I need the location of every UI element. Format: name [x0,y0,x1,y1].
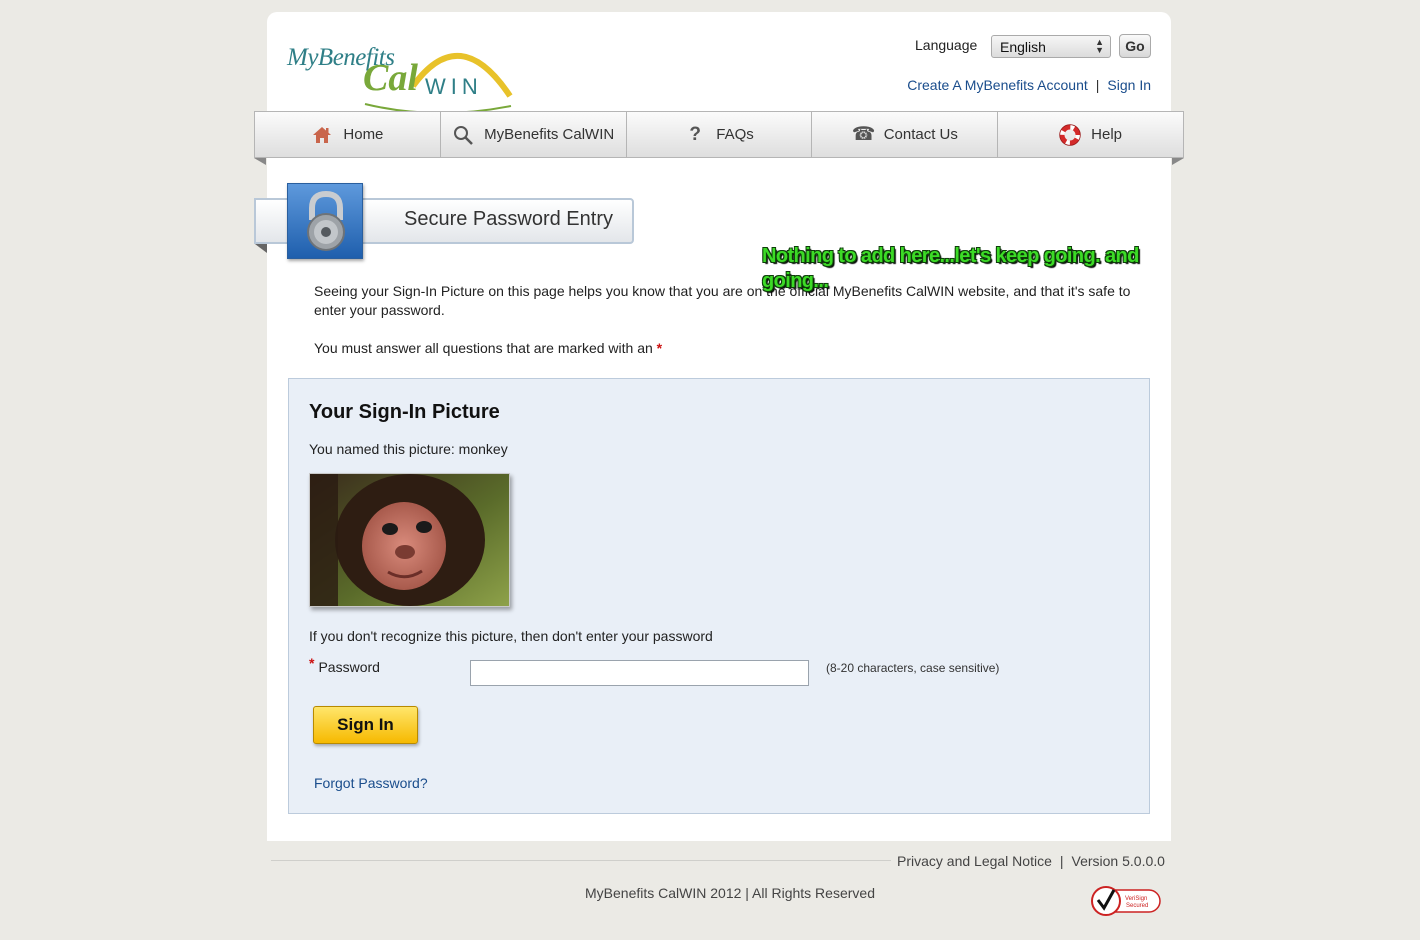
verisign-seal-icon[interactable]: VeriSign Secured [1090,882,1162,916]
lifebuoy-icon [1059,123,1081,146]
version-text: Version 5.0.0.0 [1071,853,1165,869]
link-separator: | [1095,77,1100,93]
logo-word-win: WIN [425,74,483,99]
create-account-link[interactable]: Create A MyBenefits Account [907,77,1088,93]
main-nav: Home MyBenefits CalWIN ? FAQs ☎ Contact … [254,111,1184,158]
password-input[interactable] [470,660,809,686]
language-selected-value: English [1000,39,1046,55]
question-icon: ? [689,123,702,145]
required-marker: * [656,340,663,356]
verisign-seal-line1: VeriSign [1125,896,1147,902]
select-arrows-icon: ▲ ▼ [1095,37,1104,55]
privacy-legal-link[interactable]: Privacy and Legal Notice [897,853,1052,869]
picture-name-text: You named this picture: monkey [309,441,508,457]
nav-item-mybenefits-calwin[interactable]: MyBenefits CalWIN [441,112,627,157]
copyright-text: MyBenefits CalWIN 2012 | All Rights Rese… [585,885,875,901]
nav-label-help: Help [1091,126,1123,143]
nav-label-faqs: FAQs [716,126,754,143]
password-label: * Password [309,655,380,675]
verisign-seal-line2: Secured [1126,903,1148,909]
signin-picture-panel: Your Sign-In Picture You named this pict… [288,378,1150,814]
forgot-password-link[interactable]: Forgot Password? [314,775,428,791]
nav-label-home: Home [343,126,384,143]
language-label: Language [915,37,978,53]
home-icon [311,124,333,146]
nav-ribbon-fold-left [254,158,266,165]
unrecognized-picture-warning: If you don't recognize this picture, the… [309,628,713,644]
footer-divider [271,860,891,861]
go-button[interactable]: Go [1119,34,1151,58]
password-label-text: Password [318,659,380,675]
footer-separator: | [1059,853,1064,869]
nav-label-mybenefits-calwin: MyBenefits CalWIN [484,126,615,143]
search-icon [452,124,474,146]
nav-item-contact-us[interactable]: ☎ Contact Us [812,112,999,157]
password-required-marker: * [309,655,315,671]
phone-icon: ☎ [851,123,876,145]
mybenefits-calwin-logo[interactable]: MyBenefits Cal WIN [285,26,515,116]
nav-item-home[interactable]: Home [255,112,441,157]
sign-in-button[interactable]: Sign In [313,706,418,744]
section-title: Secure Password Entry [404,208,613,230]
nav-label-contact-us: Contact Us [883,126,958,143]
nav-item-help[interactable]: Help [998,112,1183,157]
required-note-text: You must answer all questions that are m… [314,340,653,356]
padlock-icon [287,183,363,259]
footer-links: Privacy and Legal Notice | Version 5.0.0.0 [897,853,1165,869]
section-ribbon-fold [255,244,267,253]
account-links: Create A MyBenefits Account | Sign In [907,77,1151,93]
annotation-overlay: Nothing to add here...let's keep going. … [762,245,1139,292]
nav-ribbon-fold-right [1172,158,1184,165]
language-select[interactable]: English ▲ ▼ [991,35,1111,58]
password-hint: (8-20 characters, case sensitive) [826,661,1000,675]
sign-in-link[interactable]: Sign In [1107,77,1151,93]
monkey-photo [309,473,510,607]
logo-word-cal: Cal [363,57,418,99]
panel-title: Your Sign-In Picture [309,401,500,423]
required-note: You must answer all questions that are m… [314,340,662,356]
nav-item-faqs[interactable]: ? FAQs [627,112,813,157]
